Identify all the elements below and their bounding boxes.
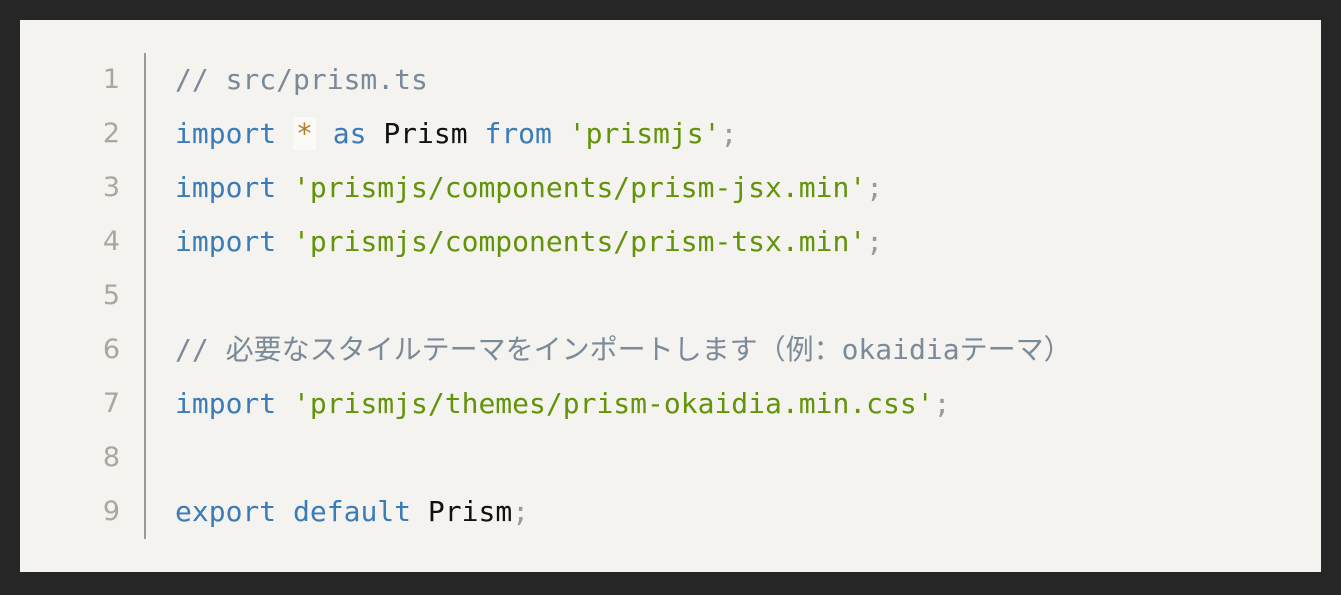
code-line-row: 8 [20, 431, 1321, 485]
line-number: 7 [20, 377, 146, 431]
code-line-content[interactable]: // src/prism.ts [145, 53, 1321, 107]
line-number: 2 [20, 107, 146, 161]
code-line-row: 1 // src/prism.ts [20, 53, 1321, 107]
code-listing: 1 // src/prism.ts 2 import * as Prism from … [20, 53, 1321, 539]
line-number: 8 [20, 431, 146, 485]
code-token-plain: Prism [383, 117, 468, 150]
code-line-content[interactable]: import 'prismjs/themes/prism-okaidia.min… [145, 377, 1321, 431]
code-token-comment: // 必要なスタイルテーマをインポートします（例：okaidiaテーマ） [175, 333, 1072, 366]
code-line-content[interactable]: import * as Prism from 'prismjs'; [145, 107, 1321, 161]
code-token-string: 'prismjs/themes/prism-okaidia.min.css' [293, 387, 934, 420]
code-token-keyword: as [332, 117, 367, 150]
line-number: 5 [20, 269, 146, 323]
code-token-keyword: import [175, 387, 277, 420]
line-number: 3 [20, 161, 146, 215]
line-number: 6 [20, 323, 146, 377]
code-line-row: 4 import 'prismjs/components/prism-tsx.mi… [20, 215, 1321, 269]
code-token-keyword: export [175, 495, 277, 528]
code-token-string: 'prismjs/components/prism-tsx.min' [293, 225, 867, 258]
line-number: 9 [20, 485, 146, 539]
code-lines-body: 1 // src/prism.ts 2 import * as Prism from … [20, 53, 1321, 539]
code-token-keyword: import [175, 225, 277, 258]
line-number: 1 [20, 53, 146, 107]
code-token-keyword: from [484, 117, 552, 150]
code-token-plain: Prism [427, 495, 513, 528]
code-token-punctuation: ; [933, 387, 951, 420]
code-block-panel: 1 // src/prism.ts 2 import * as Prism from … [20, 20, 1321, 572]
code-line-row: 5 [20, 269, 1321, 323]
line-number: 4 [20, 215, 146, 269]
code-token-punctuation: ; [512, 495, 530, 528]
code-line-row: 9 export default Prism; [20, 485, 1321, 539]
code-line-content[interactable] [145, 269, 1321, 323]
code-token-operator: * [293, 117, 316, 150]
code-token-keyword: import [175, 117, 277, 150]
code-token-punctuation: ; [866, 171, 884, 204]
code-token-punctuation: ; [866, 225, 884, 258]
code-token-comment: // src/prism.ts [175, 63, 428, 96]
code-token-keyword: import [175, 171, 277, 204]
code-line-row: 6 // 必要なスタイルテーマをインポートします（例：okaidiaテーマ） [20, 323, 1321, 377]
code-line-content[interactable] [145, 431, 1321, 485]
code-line-content[interactable]: import 'prismjs/components/prism-jsx.min… [145, 161, 1321, 215]
code-token-keyword: default [293, 495, 412, 528]
code-token-string: 'prismjs' [568, 117, 721, 150]
code-token-punctuation: ; [720, 117, 738, 150]
code-line-row: 7 import 'prismjs/themes/prism-okaidia.mi… [20, 377, 1321, 431]
code-line-content[interactable]: import 'prismjs/components/prism-tsx.min… [145, 215, 1321, 269]
code-line-row: 2 import * as Prism from 'prismjs'; [20, 107, 1321, 161]
code-line-row: 3 import 'prismjs/components/prism-jsx.mi… [20, 161, 1321, 215]
code-token-string: 'prismjs/components/prism-jsx.min' [293, 171, 867, 204]
code-line-content[interactable]: // 必要なスタイルテーマをインポートします（例：okaidiaテーマ） [145, 323, 1321, 377]
code-line-content[interactable]: export default Prism; [145, 485, 1321, 539]
